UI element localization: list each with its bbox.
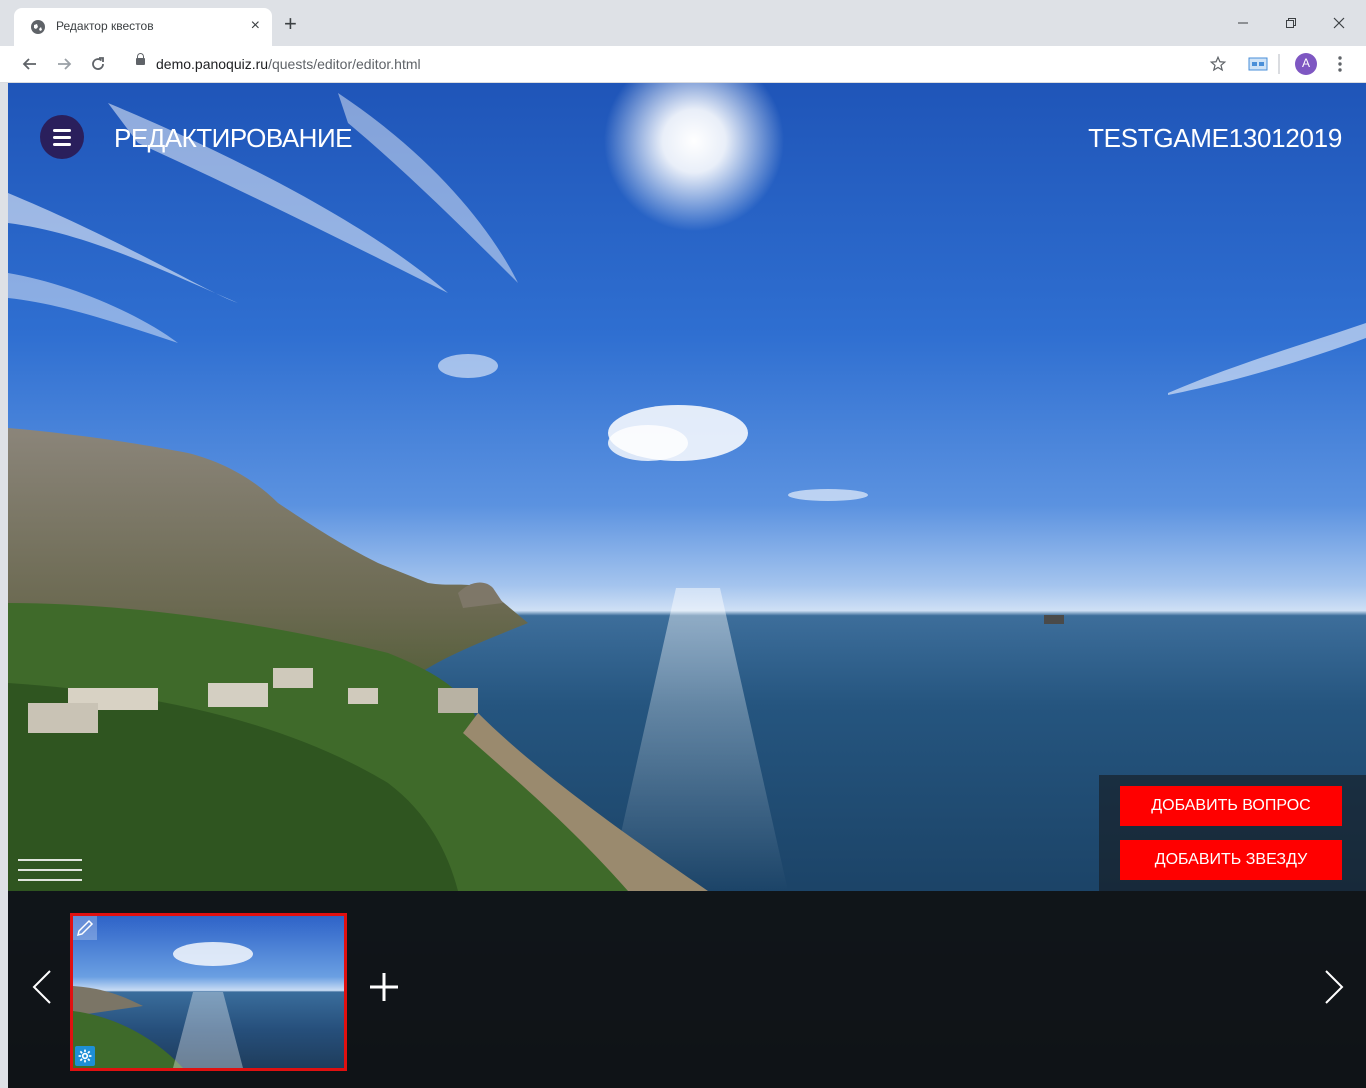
tab-close-icon[interactable]: × bbox=[251, 16, 260, 36]
game-name: TESTGAME13012019 bbox=[1088, 123, 1342, 153]
add-scene-button[interactable] bbox=[368, 971, 400, 1003]
tab-title: Редактор квестов bbox=[56, 19, 154, 33]
forward-button[interactable] bbox=[52, 52, 76, 76]
menu-button[interactable] bbox=[40, 115, 84, 159]
thumbnail-image bbox=[73, 942, 253, 1068]
gear-icon[interactable] bbox=[75, 1046, 95, 1066]
avatar-initial: A bbox=[1301, 56, 1310, 70]
chevron-left-icon[interactable] bbox=[26, 957, 56, 1017]
star-icon bbox=[1209, 55, 1227, 72]
more-button[interactable] bbox=[1330, 52, 1350, 76]
toggle-line bbox=[18, 859, 82, 861]
browser-toolbar: demo.panoquiz.ru/quests/editor/editor.ht… bbox=[0, 46, 1366, 83]
reload-button[interactable] bbox=[86, 52, 110, 76]
new-tab-button[interactable]: + bbox=[284, 12, 297, 36]
scene-strip bbox=[8, 891, 1366, 1088]
action-panel: ДОБАВИТЬ ВОПРОС ДОБАВИТЬ ЗВЕЗДУ bbox=[1099, 775, 1366, 891]
close-icon bbox=[1333, 17, 1345, 29]
panorama-view[interactable] bbox=[8, 83, 1366, 891]
add-question-button[interactable]: ДОБАВИТЬ ВОПРОС bbox=[1120, 786, 1342, 826]
restore-icon bbox=[1286, 18, 1296, 28]
menu-icon-bar bbox=[53, 142, 71, 146]
settings-glyph bbox=[78, 1049, 92, 1063]
lock-icon bbox=[136, 53, 145, 65]
cast-button[interactable] bbox=[1244, 52, 1272, 76]
url-text: demo.panoquiz.ru/quests/editor/editor.ht… bbox=[156, 56, 421, 72]
menu-icon-bar bbox=[53, 128, 71, 132]
toggle-line bbox=[18, 869, 82, 871]
more-icon bbox=[1338, 56, 1342, 72]
chevron-right-icon[interactable] bbox=[1318, 957, 1348, 1017]
minimize-icon bbox=[1238, 22, 1248, 24]
cast-icon bbox=[1248, 57, 1268, 71]
pencil-icon bbox=[73, 916, 97, 940]
editor-viewport: РЕДАКТИРОВАНИЕ TESTGAME13012019 ДОБАВИТЬ… bbox=[8, 83, 1366, 1088]
restore-button[interactable] bbox=[1268, 8, 1314, 38]
browser-tab[interactable]: Редактор квестов × bbox=[14, 8, 272, 46]
address-bar[interactable]: demo.panoquiz.ru/quests/editor/editor.ht… bbox=[124, 50, 1194, 78]
avatar[interactable]: A bbox=[1294, 52, 1318, 76]
forward-icon bbox=[58, 58, 72, 70]
scene-thumbnail[interactable] bbox=[70, 913, 347, 1071]
page-title: РЕДАКТИРОВАНИЕ bbox=[114, 123, 352, 153]
close-window-button[interactable] bbox=[1316, 8, 1362, 38]
bookmark-star-button[interactable] bbox=[1206, 52, 1230, 76]
reload-icon bbox=[92, 57, 104, 70]
globe-icon bbox=[31, 20, 45, 34]
menu-icon-bar bbox=[53, 135, 71, 139]
back-button[interactable] bbox=[18, 52, 42, 76]
toolbar-divider bbox=[1278, 54, 1280, 74]
minimize-button[interactable] bbox=[1220, 8, 1266, 38]
tab-strip: Редактор квестов × + bbox=[0, 0, 1366, 46]
add-star-button[interactable]: ДОБАВИТЬ ЗВЕЗДУ bbox=[1120, 840, 1342, 880]
toggle-line bbox=[18, 879, 82, 881]
edit-icon[interactable] bbox=[73, 916, 97, 940]
back-icon bbox=[22, 58, 36, 70]
scene-list-toggle[interactable] bbox=[18, 859, 82, 883]
